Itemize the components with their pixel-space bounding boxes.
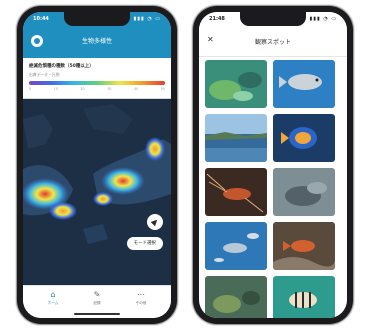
- photo-lobster: [205, 168, 267, 216]
- phone-frame-right: ✕ 観察スポット 21:48 ▮▮▮ ◔ ▭: [193, 6, 353, 324]
- photo-tile[interactable]: [273, 60, 335, 108]
- status-time: 21:48: [209, 16, 225, 22]
- legend-tick: 30: [107, 87, 112, 91]
- tab-label: その他: [135, 301, 147, 305]
- photo-tile[interactable]: [273, 222, 335, 270]
- photo-tile[interactable]: [273, 168, 335, 216]
- photo-striped-fish: [273, 276, 335, 318]
- legend-tick: 10: [53, 87, 58, 91]
- legend-subtitle: 出典データ・凡例: [29, 72, 60, 77]
- photo-red-fish: [273, 222, 335, 270]
- tab-label: 記録: [93, 301, 101, 305]
- map-screen: 生物多様性 10:44 ▮▮▮ ◔ ▭ 絶滅危惧種の種数（50種以上） 出典デー…: [23, 12, 171, 318]
- photo-fish-school: [205, 222, 267, 270]
- phone-frame-left: 生物多様性 10:44 ▮▮▮ ◔ ▭ 絶滅危惧種の種数（50種以上） 出典デー…: [17, 6, 177, 324]
- tab-record[interactable]: ✎ 記録: [77, 290, 117, 306]
- photo-tile[interactable]: [205, 276, 267, 318]
- mode-select-button[interactable]: モード選択: [126, 237, 163, 250]
- page-title: 観察スポット: [254, 39, 291, 46]
- photo-fish-blue: [273, 60, 335, 108]
- photo-angelfish: [273, 114, 335, 162]
- legend-color-scale: [29, 81, 165, 85]
- legend-tick: 50: [160, 87, 165, 91]
- status-icons: ▮▮▮ ◔ ▭: [309, 16, 337, 22]
- legend-ticks: 0 10 20 30 40 50: [29, 87, 165, 92]
- photo-tile[interactable]: [273, 114, 335, 162]
- page-title: 生物多様性: [81, 38, 112, 45]
- photo-tile[interactable]: [273, 276, 335, 318]
- legend-tick: 40: [134, 87, 139, 91]
- legend-tick: 0: [29, 87, 32, 91]
- photo-tile[interactable]: [205, 222, 267, 270]
- photo-reef-algae: [205, 276, 267, 318]
- tab-more[interactable]: ⋯ その他: [121, 290, 161, 306]
- photo-tile[interactable]: [205, 114, 267, 162]
- legend-tick: 20: [80, 87, 85, 91]
- photo-seabed: [273, 168, 335, 216]
- tab-home[interactable]: ⌂ ホーム: [33, 290, 73, 306]
- heatmap-map[interactable]: ▲ モード選択: [23, 99, 171, 286]
- status-bar: 21:48 ▮▮▮ ◔ ▭: [199, 15, 347, 25]
- status-time: 10:44: [33, 16, 49, 22]
- tab-bar: ⌂ ホーム ✎ 記録 ⋯ その他: [23, 285, 171, 318]
- tab-label: ホーム: [47, 301, 59, 305]
- status-bar: 10:44 ▮▮▮ ◔ ▭: [23, 15, 171, 25]
- legend-card: 絶滅危惧種の種数（50種以上） 出典データ・凡例 0 10 20 30 40 5…: [23, 58, 171, 99]
- more-icon: ⋯: [137, 290, 145, 299]
- map-graphic: [23, 99, 171, 252]
- home-indicator: [74, 313, 120, 315]
- home-icon: ⌂: [50, 290, 56, 299]
- status-icons: ▮▮▮ ◔ ▭: [133, 16, 161, 22]
- photo-grid: [205, 60, 341, 318]
- pencil-icon: ✎: [93, 290, 101, 299]
- photo-reef-green: [205, 60, 267, 108]
- legend-title: 絶滅危惧種の種数（50種以上）: [29, 64, 94, 69]
- photo-tile[interactable]: [205, 168, 267, 216]
- spots-screen: ✕ 観察スポット 21:48 ▮▮▮ ◔ ▭: [199, 12, 347, 318]
- photo-coast-view: [205, 114, 267, 162]
- photo-tile[interactable]: [205, 60, 267, 108]
